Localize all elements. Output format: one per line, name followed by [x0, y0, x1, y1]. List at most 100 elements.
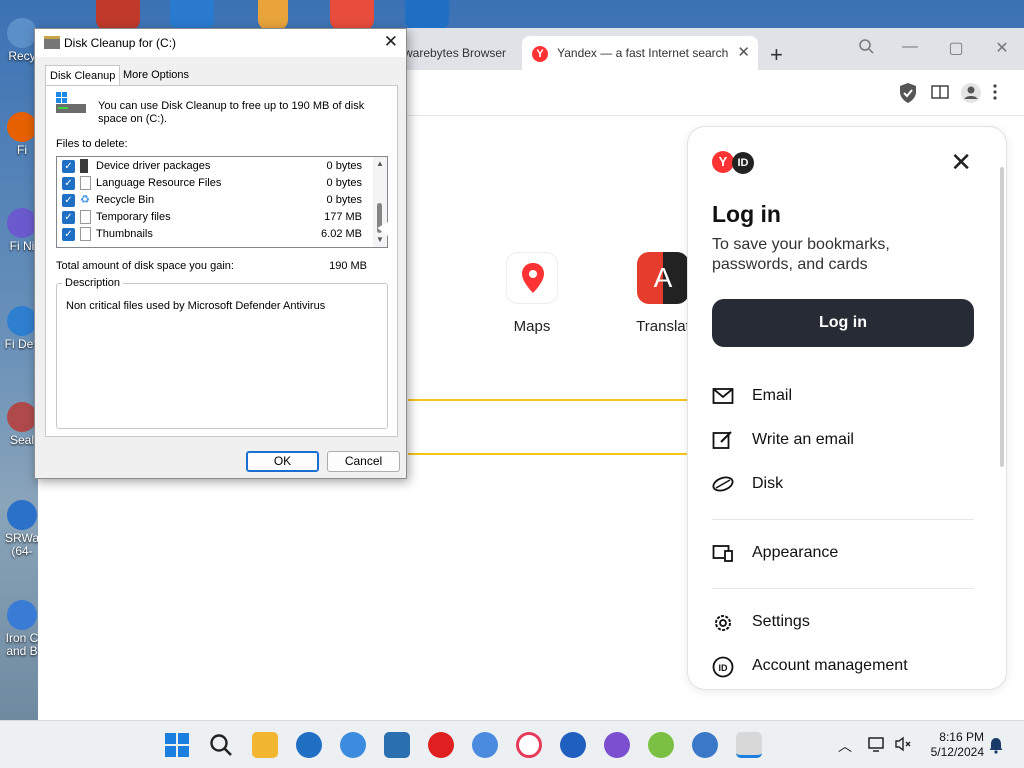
- iron-browser-icon: [7, 600, 37, 630]
- chromium-icon[interactable]: [472, 732, 498, 758]
- desktop-icon-srware[interactable]: SRWa (64-: [4, 500, 40, 558]
- menu-icon[interactable]: [992, 82, 1014, 104]
- tab-yandex[interactable]: Y Yandex — a fast Internet search ✕: [522, 36, 758, 70]
- menu-item-label: Appearance: [752, 544, 839, 561]
- svg-text:ID: ID: [719, 663, 729, 673]
- file-row[interactable]: ✓ Device driver packages 0 bytes: [62, 158, 362, 175]
- search-tabs-icon[interactable]: [854, 38, 878, 59]
- description-label: Description: [62, 277, 124, 289]
- floorp-icon[interactable]: [604, 732, 630, 758]
- menu-item-label: Settings: [752, 613, 810, 630]
- seamonkey-icon: [7, 402, 37, 432]
- file-explorer-icon[interactable]: [252, 732, 278, 758]
- cancel-button[interactable]: Cancel: [327, 451, 400, 472]
- dialog-close-button[interactable]: ✕: [384, 32, 398, 52]
- taskbar: ︿ 8:16 PM 5/12/2024: [0, 720, 1024, 768]
- menu-item-email[interactable]: Email: [712, 381, 974, 411]
- checkbox-checked[interactable]: ✓: [62, 211, 75, 224]
- globe-icon[interactable]: [692, 732, 718, 758]
- gear-icon: [712, 612, 734, 632]
- volume-muted-icon[interactable]: [894, 736, 912, 755]
- firefox-icon[interactable]: [560, 732, 586, 758]
- files-to-delete-label: Files to delete:: [56, 138, 128, 150]
- ok-button[interactable]: OK: [246, 451, 319, 472]
- tab-close-icon[interactable]: ✕: [737, 36, 750, 70]
- vscode-icon-top[interactable]: [170, 0, 214, 30]
- desktop-icon-label: Fi Ni: [9, 239, 35, 253]
- maps-icon: [506, 252, 558, 304]
- opera-gx-icon[interactable]: [516, 732, 542, 758]
- yandex-favicon-icon: Y: [532, 45, 548, 62]
- total-value: 190 MB: [329, 260, 367, 272]
- translate-icon: A: [637, 252, 689, 304]
- start-icon[interactable]: [164, 732, 190, 758]
- menu-item-settings[interactable]: Settings: [712, 607, 974, 637]
- login-button[interactable]: Log in: [712, 299, 974, 347]
- menu-item-write-email[interactable]: Write an email: [712, 425, 974, 455]
- scroll-up-icon[interactable]: ▲: [376, 159, 384, 168]
- menu-item-appearance[interactable]: Appearance: [712, 538, 974, 568]
- tab-more-options[interactable]: More Options: [119, 65, 193, 85]
- maximize-button[interactable]: ▢: [944, 38, 968, 58]
- file-row[interactable]: ✓ Temporary files 177 MB: [62, 209, 362, 226]
- file-row[interactable]: ✓ Language Resource Files 0 bytes: [62, 175, 362, 192]
- checkbox-checked[interactable]: ✓: [62, 160, 75, 173]
- app-icon-top[interactable]: [96, 0, 140, 30]
- browser-icon-1[interactable]: [296, 732, 322, 758]
- desktop-icon-label: Seal: [9, 433, 35, 447]
- checkbox-checked[interactable]: ✓: [62, 177, 75, 190]
- file-size: 0 bytes: [326, 160, 362, 172]
- dialog-titlebar[interactable]: Disk Cleanup for (C:) ✕: [35, 29, 406, 57]
- opera-icon[interactable]: [428, 732, 454, 758]
- profile-icon[interactable]: [960, 82, 982, 104]
- tab-label: Yandex — a fast Internet search: [557, 46, 729, 60]
- search-icon[interactable]: [208, 732, 234, 758]
- browser-icon-2[interactable]: [340, 732, 366, 758]
- cloud-disk-icon: [712, 474, 734, 494]
- tab-malwarebytes[interactable]: warebytes Browser: [394, 36, 514, 70]
- desktop-icon-label: Fi: [17, 143, 27, 157]
- file-row[interactable]: ✓ Thumbnails 6.02 MB: [62, 226, 362, 243]
- file-row[interactable]: ✓ ♻ Recycle Bin 0 bytes: [62, 192, 362, 209]
- file-icon: [80, 176, 91, 190]
- panel-scrollbar[interactable]: [1000, 167, 1004, 467]
- login-title: Log in: [712, 201, 781, 227]
- notification-bell-icon[interactable]: [988, 736, 1004, 757]
- network-icon[interactable]: [868, 736, 886, 755]
- file-size: 0 bytes: [326, 194, 362, 206]
- file-icon: [80, 210, 91, 224]
- shield-icon[interactable]: [898, 82, 920, 104]
- close-panel-button[interactable]: ✕: [950, 149, 972, 175]
- tile-maps[interactable]: Maps: [487, 252, 577, 335]
- divider: [712, 588, 974, 589]
- close-window-button[interactable]: ✕: [990, 38, 1014, 58]
- total-label: Total amount of disk space you gain:: [56, 260, 234, 272]
- clock-time: 8:16 PM: [939, 730, 984, 744]
- mail-icon: [712, 386, 734, 406]
- desktop-icon-iron[interactable]: Iron C and B: [4, 600, 40, 658]
- tab-disk-cleanup[interactable]: Disk Cleanup: [45, 65, 121, 86]
- menu-item-disk[interactable]: Disk: [712, 469, 974, 499]
- yandex-id-logo: Y ID: [712, 151, 754, 174]
- sidebar-icon[interactable]: [930, 82, 952, 104]
- drive-icon: [56, 92, 86, 116]
- app-icon-top-3[interactable]: [405, 0, 449, 30]
- app-icon-green[interactable]: [648, 732, 674, 758]
- new-tab-button[interactable]: +: [770, 42, 783, 68]
- checkbox-checked[interactable]: ✓: [62, 194, 75, 207]
- files-list[interactable]: ✓ Device driver packages 0 bytes ✓ Langu…: [56, 156, 388, 248]
- desktop-icon-label: SRWa (64-: [4, 531, 39, 558]
- login-subtitle: To save your bookmarks, passwords, and c…: [712, 236, 890, 273]
- app-icon-top-2[interactable]: [330, 0, 374, 30]
- menu-item-account[interactable]: ID Account management: [712, 651, 974, 681]
- system-clock[interactable]: 8:16 PM 5/12/2024: [931, 730, 984, 760]
- store-icon[interactable]: [384, 732, 410, 758]
- chevron-up-icon[interactable]: ︿: [838, 736, 852, 756]
- minimize-button[interactable]: —: [898, 38, 922, 56]
- checkbox-checked[interactable]: ✓: [62, 228, 75, 241]
- disk-cleanup-taskbar-icon[interactable]: [736, 732, 762, 758]
- tile-label: Translat: [636, 318, 690, 335]
- file-name: Thumbnails: [96, 228, 153, 240]
- vlc-icon-top[interactable]: [258, 0, 288, 30]
- yandex-y-icon: Y: [712, 151, 734, 173]
